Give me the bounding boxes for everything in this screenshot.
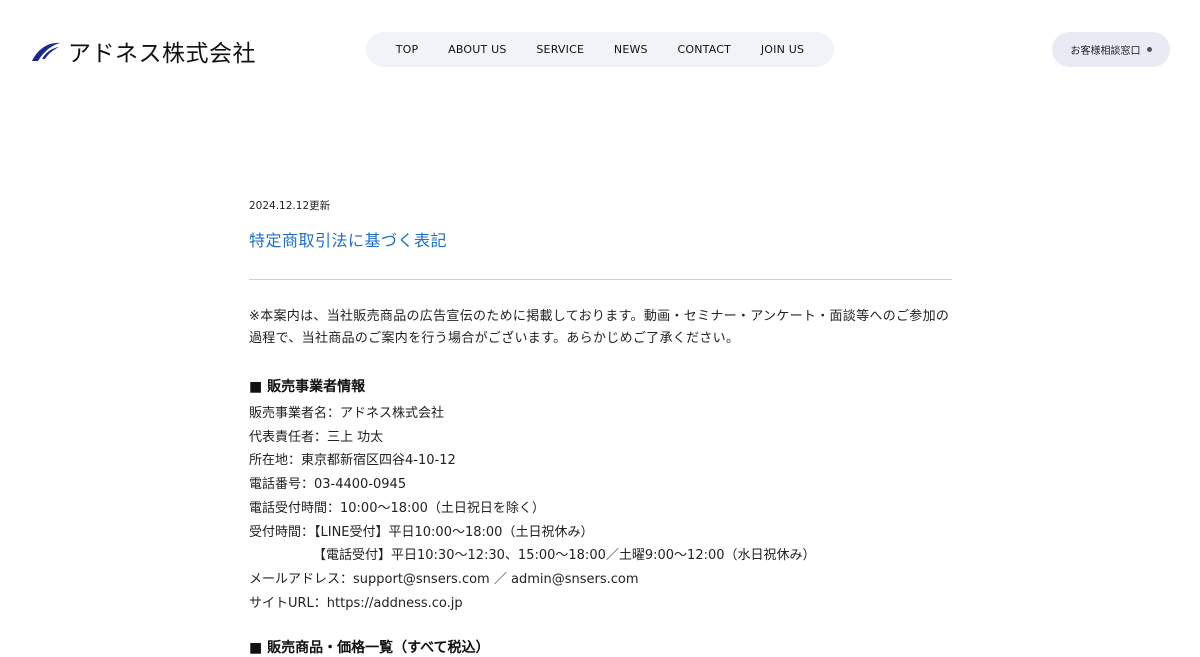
nav-item-news[interactable]: NEWS (614, 43, 648, 56)
customer-support-button[interactable]: お客様相談窓口 (1052, 32, 1170, 67)
nav-item-top[interactable]: TOP (396, 43, 419, 56)
nav-item-contact[interactable]: CONTACT (678, 43, 732, 56)
info-line-phone-reception: 【電話受付】平日10:30～12:30、15:00～18:00／土曜9:00～1… (313, 548, 816, 564)
info-line-email: メールアドレス：support@snsers.com ／ admin@snser… (249, 571, 639, 587)
nav-item-about-us[interactable]: ABOUT US (448, 43, 506, 56)
info-line-reception-hours: 受付時間：【LINE受付】平日10:00～18:00（土日祝休み） (249, 524, 594, 540)
info-line-phone: 電話番号：03-4400-0945 (249, 477, 407, 493)
info-line-company-name: 販売事業者名：アドネス株式会社 (249, 406, 445, 421)
nav-item-join-us[interactable]: JOIN US (761, 43, 804, 56)
info-line-representative: 代表責任者：三上 功太 (249, 429, 384, 445)
site-header: アドネス株式会社 TOP ABOUT US SERVICE NEWS CONTA… (0, 0, 1200, 100)
section-heading-seller-info: ■ 販売事業者情報 (249, 379, 366, 395)
customer-support-label: お客様相談窓口 (1070, 46, 1141, 57)
info-line-site-url: サイトURL：https://addness.co.jp (249, 595, 463, 611)
updated-date: 2024.12.12更新 (249, 200, 331, 212)
logo[interactable]: アドネス株式会社 (30, 34, 256, 68)
main-content: 2024.12.12更新 特定商取引法に基づく表記 ※本案内は、当社販売商品の広… (249, 198, 952, 657)
intro-line: 過程で、当社商品のご案内を行う場合がございます。あらかじめご了承ください。 (249, 331, 740, 346)
seller-info-list: 販売事業者名：アドネス株式会社 代表責任者：三上 功太 所在地：東京都新宿区四谷… (249, 402, 952, 615)
logo-text: アドネス株式会社 (68, 41, 256, 67)
main-nav: TOP ABOUT US SERVICE NEWS CONTACT JOIN U… (366, 32, 834, 67)
section-heading-price-list: ■ 販売商品・価格一覧（すべて税込） (249, 640, 490, 657)
intro-text: ※本案内は、当社販売商品の広告宣伝のために掲載しております。動画・セミナー・アン… (249, 306, 952, 350)
divider (249, 279, 952, 280)
intro-line: ※本案内は、当社販売商品の広告宣伝のために掲載しております。動画・セミナー・アン… (249, 309, 950, 324)
logo-mark-icon (32, 42, 60, 61)
page-title: 特定商取引法に基づく表記 (249, 231, 448, 250)
dot-icon (1146, 47, 1152, 52)
info-line-address: 所在地：東京都新宿区四谷4-10-12 (249, 453, 456, 469)
nav-item-service[interactable]: SERVICE (536, 43, 584, 56)
info-line-phone-hours: 電話受付時間：10:00～18:00（土日祝日を除く） (249, 500, 545, 516)
